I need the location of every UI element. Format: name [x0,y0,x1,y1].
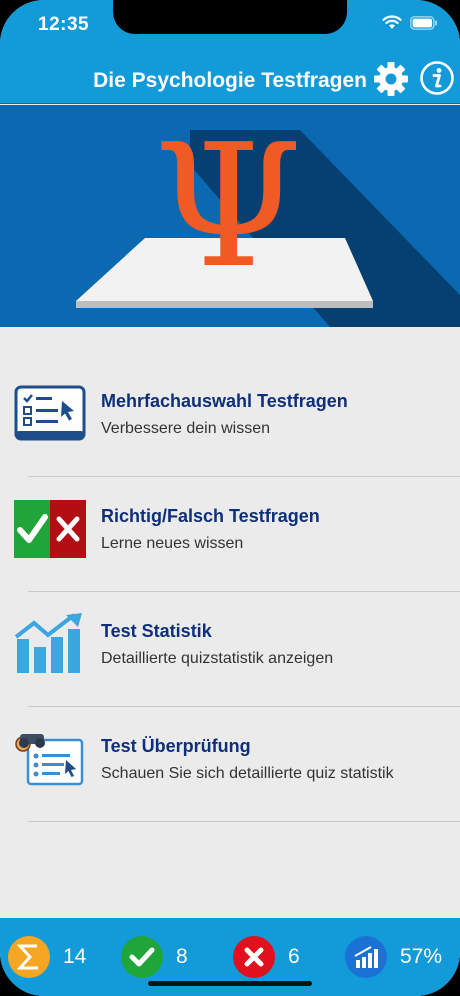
stat-total: 14 [8,936,86,978]
menu-item-subtitle: Lerne neues wissen [101,535,244,552]
nav-bar: Die Psychologie Testfragen [0,56,460,104]
true-false-icon [14,500,86,560]
checklist-icon [14,385,86,445]
app-screen: 12:35 Die Psychologie Testfragen Ψ Mehrf… [0,0,460,996]
info-button[interactable] [419,60,455,101]
gear-icon [374,62,408,96]
menu-item-subtitle: Schauen Sie sich detaillierte quiz stati… [101,765,394,782]
stat-correct-value: 8 [176,945,188,968]
page-title: Die Psychologie Testfragen [93,69,367,92]
status-time: 12:35 [38,14,90,35]
menu-item-multiple-choice[interactable]: Mehrfachauswahl Testfragen Verbessere de… [0,327,460,442]
menu-item-title: Richtig/Falsch Testfragen [101,506,320,526]
psi-symbol: Ψ [153,108,302,306]
menu-item-subtitle: Detaillierte quizstatistik anzeigen [101,650,334,667]
stat-percent-value: 57% [400,945,443,968]
info-icon [420,61,454,95]
stat-correct: 8 [121,936,188,978]
sigma-icon [8,936,50,978]
menu-item-review[interactable]: Test Überprüfung Schauen Sie sich detail… [0,672,460,787]
menu-item-title: Mehrfachauswahl Testfragen [101,391,348,411]
hero-banner: Ψ [0,105,460,327]
menu-item-subtitle: Verbessere dein wissen [101,420,270,437]
stat-percent: 57% [345,936,442,978]
menu-item-title: Test Überprüfung [101,736,251,756]
settings-button[interactable] [372,60,410,103]
menu-item-title: Test Statistik [101,621,212,641]
battery-icon [410,15,437,30]
notch [113,0,347,34]
status-icons [382,15,438,30]
check-icon [121,936,163,978]
stat-wrong-value: 6 [288,945,300,968]
menu-item-statistics[interactable]: Test Statistik Detaillierte quizstatisti… [0,557,460,673]
home-indicator[interactable] [148,981,312,986]
stat-wrong: 6 [233,936,300,978]
review-icon [14,730,86,790]
menu-item-true-false[interactable]: Richtig/Falsch Testfragen Lerne neues wi… [0,442,460,560]
cross-icon [233,936,275,978]
psi-symbol-icon: Ψ [76,108,460,327]
wifi-icon [382,15,402,29]
stat-total-value: 14 [63,945,87,968]
bar-chart-icon [14,613,86,673]
growth-chart-icon [345,936,387,978]
status-bar: 12:35 [0,0,460,56]
divider [28,821,460,822]
